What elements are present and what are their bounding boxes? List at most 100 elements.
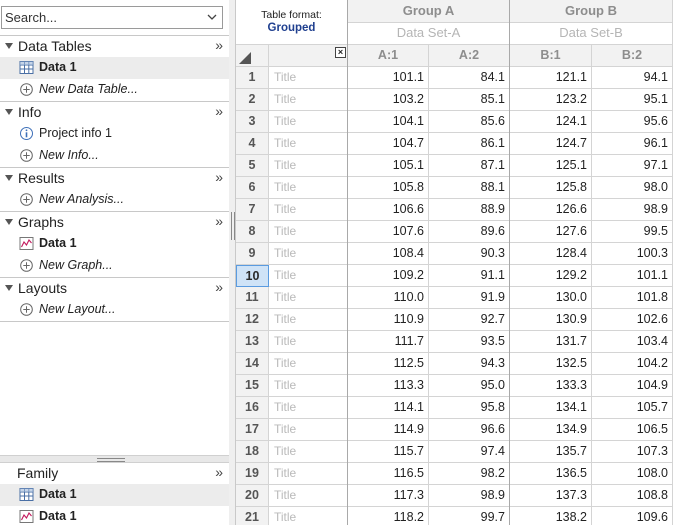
value-cell[interactable]: 100.3: [592, 243, 673, 265]
splitter-grip[interactable]: [231, 212, 235, 240]
value-cell[interactable]: 86.1: [429, 133, 510, 155]
value-cell[interactable]: 137.3: [510, 485, 592, 507]
value-cell[interactable]: 107.6: [348, 221, 429, 243]
value-cell[interactable]: 95.0: [429, 375, 510, 397]
row-number[interactable]: 16: [236, 397, 269, 419]
value-cell[interactable]: 109.2: [348, 265, 429, 287]
row-number[interactable]: 5: [236, 155, 269, 177]
section-header-info[interactable]: Info »: [0, 102, 229, 123]
row-number[interactable]: 13: [236, 331, 269, 353]
table-format-cell[interactable]: Table format: Grouped: [236, 0, 348, 45]
value-cell[interactable]: 96.1: [592, 133, 673, 155]
value-cell[interactable]: 93.5: [429, 331, 510, 353]
value-cell[interactable]: 124.7: [510, 133, 592, 155]
vertical-splitter[interactable]: [229, 0, 236, 525]
row-title-cell[interactable]: Title: [269, 331, 348, 353]
value-cell[interactable]: 104.7: [348, 133, 429, 155]
value-cell[interactable]: 101.1: [348, 67, 429, 89]
group-header[interactable]: Group A: [348, 0, 510, 23]
value-cell[interactable]: 84.1: [429, 67, 510, 89]
search-input[interactable]: [5, 8, 195, 27]
value-cell[interactable]: 118.2: [348, 507, 429, 525]
nav-item-info-0[interactable]: Project info 1: [0, 123, 229, 145]
row-number[interactable]: 6: [236, 177, 269, 199]
value-cell[interactable]: 104.9: [592, 375, 673, 397]
row-number[interactable]: 12: [236, 309, 269, 331]
value-cell[interactable]: 101.8: [592, 287, 673, 309]
row-title-cell[interactable]: Title: [269, 375, 348, 397]
value-cell[interactable]: 134.1: [510, 397, 592, 419]
value-cell[interactable]: 98.9: [429, 485, 510, 507]
collapse-triangle-icon[interactable]: [5, 43, 13, 49]
splitter-grip[interactable]: [97, 458, 125, 462]
expand-icon[interactable]: »: [215, 103, 223, 119]
value-cell[interactable]: 114.1: [348, 397, 429, 419]
select-all-triangle-icon[interactable]: [239, 52, 251, 64]
value-cell[interactable]: 98.9: [592, 199, 673, 221]
collapse-triangle-icon[interactable]: [5, 109, 13, 115]
value-cell[interactable]: 87.1: [429, 155, 510, 177]
value-cell[interactable]: 108.4: [348, 243, 429, 265]
row-number[interactable]: 17: [236, 419, 269, 441]
expand-icon[interactable]: »: [215, 169, 223, 185]
value-cell[interactable]: 136.5: [510, 463, 592, 485]
value-cell[interactable]: 98.0: [592, 177, 673, 199]
column-header[interactable]: A:2: [429, 45, 510, 67]
nav-item-results-0[interactable]: New Analysis...: [0, 189, 229, 211]
value-cell[interactable]: 108.8: [592, 485, 673, 507]
column-header[interactable]: B:2: [592, 45, 673, 67]
value-cell[interactable]: 126.6: [510, 199, 592, 221]
value-cell[interactable]: 130.9: [510, 309, 592, 331]
row-title-cell[interactable]: Title: [269, 221, 348, 243]
value-cell[interactable]: 97.1: [592, 155, 673, 177]
value-cell[interactable]: 103.2: [348, 89, 429, 111]
column-header[interactable]: A:1: [348, 45, 429, 67]
value-cell[interactable]: 106.5: [592, 419, 673, 441]
row-title-cell[interactable]: Title: [269, 265, 348, 287]
value-cell[interactable]: 127.6: [510, 221, 592, 243]
family-header[interactable]: Family »: [0, 463, 229, 484]
row-title-cell[interactable]: Title: [269, 177, 348, 199]
value-cell[interactable]: 95.1: [592, 89, 673, 111]
value-cell[interactable]: 85.1: [429, 89, 510, 111]
section-header-data-tables[interactable]: Data Tables »: [0, 36, 229, 57]
value-cell[interactable]: 116.5: [348, 463, 429, 485]
expand-icon[interactable]: »: [215, 279, 223, 295]
nav-item-data-tables-0[interactable]: Data 1: [0, 57, 229, 79]
collapse-triangle-icon[interactable]: [5, 175, 13, 181]
value-cell[interactable]: 134.9: [510, 419, 592, 441]
value-cell[interactable]: 124.1: [510, 111, 592, 133]
value-cell[interactable]: 110.9: [348, 309, 429, 331]
value-cell[interactable]: 94.3: [429, 353, 510, 375]
section-header-graphs[interactable]: Graphs »: [0, 212, 229, 233]
value-cell[interactable]: 125.8: [510, 177, 592, 199]
row-number[interactable]: 9: [236, 243, 269, 265]
value-cell[interactable]: 107.3: [592, 441, 673, 463]
section-header-results[interactable]: Results »: [0, 168, 229, 189]
row-number[interactable]: 8: [236, 221, 269, 243]
value-cell[interactable]: 101.1: [592, 265, 673, 287]
row-number[interactable]: 10: [236, 265, 269, 287]
row-title-cell[interactable]: Title: [269, 419, 348, 441]
value-cell[interactable]: 97.4: [429, 441, 510, 463]
value-cell[interactable]: 105.7: [592, 397, 673, 419]
value-cell[interactable]: 123.2: [510, 89, 592, 111]
value-cell[interactable]: 105.8: [348, 177, 429, 199]
row-title-cell[interactable]: Title: [269, 353, 348, 375]
chevron-down-icon[interactable]: [206, 10, 218, 24]
value-cell[interactable]: 125.1: [510, 155, 592, 177]
row-title-cell[interactable]: Title: [269, 133, 348, 155]
close-icon[interactable]: ×: [335, 47, 346, 58]
value-cell[interactable]: 112.5: [348, 353, 429, 375]
row-title-cell[interactable]: Title: [269, 67, 348, 89]
value-cell[interactable]: 90.3: [429, 243, 510, 265]
row-title-cell[interactable]: Title: [269, 507, 348, 525]
row-number[interactable]: 15: [236, 375, 269, 397]
row-title-cell[interactable]: Title: [269, 243, 348, 265]
value-cell[interactable]: 132.5: [510, 353, 592, 375]
expand-icon[interactable]: »: [215, 464, 223, 480]
value-cell[interactable]: 96.6: [429, 419, 510, 441]
row-number[interactable]: 4: [236, 133, 269, 155]
value-cell[interactable]: 91.9: [429, 287, 510, 309]
value-cell[interactable]: 106.6: [348, 199, 429, 221]
